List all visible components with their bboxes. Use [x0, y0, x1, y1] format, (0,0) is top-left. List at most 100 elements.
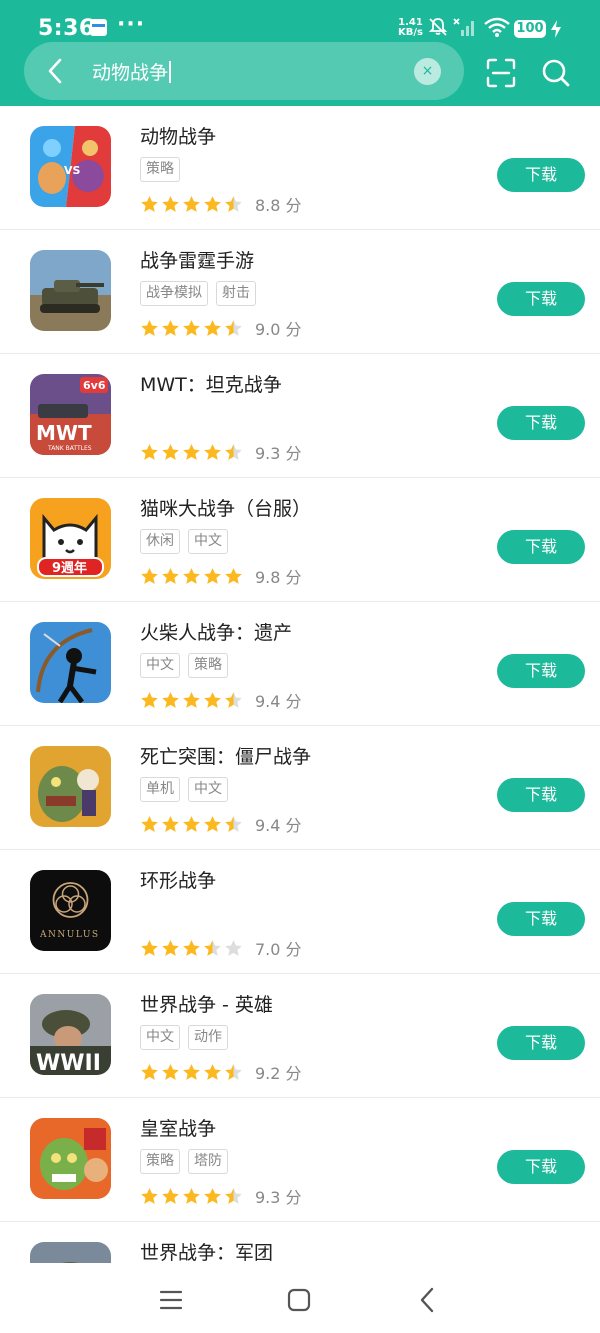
app-name[interactable]: 死亡突围：僵尸战争	[140, 742, 311, 769]
app-icon-animal-war[interactable]: VS	[30, 126, 111, 207]
download-button[interactable]: 下载	[497, 654, 585, 688]
search-input[interactable]: 动物战争	[92, 58, 172, 85]
star-full-icon	[141, 195, 158, 212]
star-full-icon	[183, 443, 200, 460]
star-full-icon	[183, 1063, 200, 1080]
tank-art	[30, 250, 111, 331]
app-list-item[interactable]: 死亡突围：僵尸战争 单机 中文 9.4 分 下载	[0, 726, 600, 850]
star-full-icon	[183, 939, 200, 956]
download-button[interactable]: 下载	[497, 530, 585, 564]
star-full-icon	[141, 691, 158, 708]
star-full-icon	[183, 195, 200, 212]
message-icon	[90, 19, 107, 36]
app-tag: 塔防	[188, 1149, 228, 1174]
app-score: 9.3 分	[255, 1188, 302, 1207]
charging-icon	[551, 20, 561, 38]
app-list-item[interactable]: 世界战争：军团	[0, 1222, 600, 1263]
app-list-item[interactable]: 皇室战争 策略 塔防 9.3 分 下载	[0, 1098, 600, 1222]
download-button[interactable]: 下载	[497, 406, 585, 440]
back-icon[interactable]	[418, 1287, 436, 1313]
app-name[interactable]: 火柴人战争：遗产	[140, 618, 292, 645]
star-full-icon	[162, 1063, 179, 1080]
star-full-icon	[162, 567, 179, 584]
search-results-list[interactable]: VS 动物战争 策略 8.8 分 下载 战争雷霆手游 战争模拟 射击 9.0 分 …	[0, 106, 600, 1263]
star-full-icon	[162, 319, 179, 336]
app-icon-mwt[interactable]: 6v6 MWT TANK BATTLES	[30, 374, 111, 455]
app-tags: 中文 策略	[140, 653, 236, 679]
home-icon[interactable]	[287, 1288, 311, 1312]
star-full-icon	[204, 815, 221, 832]
download-button[interactable]: 下载	[497, 158, 585, 192]
app-name[interactable]: MWT：坦克战争	[140, 370, 282, 397]
app-name[interactable]: 环形战争	[140, 866, 216, 893]
app-tag: 策略	[140, 157, 180, 182]
app-score: 7.0 分	[255, 940, 302, 959]
star-half-icon	[225, 691, 242, 708]
app-list-item[interactable]: 6v6 MWT TANK BATTLES MWT：坦克战争 9.3 分 下载	[0, 354, 600, 478]
app-name[interactable]: 猫咪大战争（台服）	[140, 494, 311, 521]
app-list-item[interactable]: 火柴人战争：遗产 中文 策略 9.4 分 下载	[0, 602, 600, 726]
app-tags: 中文 动作	[140, 1025, 236, 1051]
app-icon-world-war-heroes[interactable]: WWII	[30, 994, 111, 1075]
app-tag: 策略	[140, 1149, 180, 1174]
app-rating: 9.8 分	[140, 564, 302, 587]
status-time: 5:36	[38, 16, 95, 41]
star-full-icon	[204, 567, 221, 584]
app-tags: 战争模拟 射击	[140, 281, 264, 307]
star-full-icon	[141, 567, 158, 584]
download-button[interactable]: 下载	[497, 902, 585, 936]
app-name[interactable]: 皇室战争	[140, 1114, 216, 1141]
app-name[interactable]: 战争雷霆手游	[140, 246, 254, 273]
app-icon-dead-ahead[interactable]	[30, 746, 111, 827]
star-full-icon	[183, 691, 200, 708]
app-tag: 射击	[216, 281, 256, 306]
app-tags: 策略	[140, 157, 188, 183]
app-icon-clash-royale[interactable]	[30, 1118, 111, 1199]
app-score: 8.8 分	[255, 196, 302, 215]
scan-icon[interactable]	[486, 58, 516, 88]
app-list-item[interactable]: WWII 世界战争 - 英雄 中文 动作 9.2 分 下载	[0, 974, 600, 1098]
search-icon[interactable]	[542, 59, 570, 89]
app-rating: 9.0 分	[140, 316, 302, 339]
star-full-icon	[162, 195, 179, 212]
stick-war-art	[30, 622, 111, 703]
app-icon-stick-war[interactable]	[30, 622, 111, 703]
search-box[interactable]: 动物战争 ×	[24, 42, 464, 100]
app-name[interactable]: 动物战争	[140, 122, 216, 149]
app-name[interactable]: 世界战争：军团	[140, 1238, 273, 1263]
star-full-icon	[204, 1187, 221, 1204]
status-bar: 5:36 ··· 1.41 KB/s 100	[0, 0, 600, 41]
annulus-art: ANNULUS	[30, 870, 111, 951]
download-button[interactable]: 下载	[497, 1026, 585, 1060]
app-tag: 中文	[188, 529, 228, 554]
star-full-icon	[183, 815, 200, 832]
download-button[interactable]: 下载	[497, 282, 585, 316]
star-full-icon	[204, 195, 221, 212]
app-icon-annulus[interactable]: ANNULUS	[30, 870, 111, 951]
star-full-icon	[225, 567, 242, 584]
download-button[interactable]: 下载	[497, 1150, 585, 1184]
app-score: 9.0 分	[255, 320, 302, 339]
app-icon-battle-cats[interactable]: 9週年	[30, 498, 111, 579]
star-full-icon	[141, 1063, 158, 1080]
app-icon-war-thunder[interactable]	[30, 250, 111, 331]
app-list-item[interactable]: 9週年 猫咪大战争（台服） 休闲 中文 9.8 分 下载	[0, 478, 600, 602]
star-full-icon	[162, 1187, 179, 1204]
system-navigation-bar	[0, 1263, 600, 1333]
app-tag: 中文	[140, 653, 180, 678]
app-list-item[interactable]: 战争雷霆手游 战争模拟 射击 9.0 分 下载	[0, 230, 600, 354]
menu-icon[interactable]	[159, 1289, 183, 1311]
search-query: 动物战争	[92, 62, 169, 84]
clear-search-button[interactable]: ×	[414, 58, 441, 85]
app-list-item[interactable]: VS 动物战争 策略 8.8 分 下载	[0, 106, 600, 230]
app-name[interactable]: 世界战争 - 英雄	[140, 990, 273, 1017]
app-tag: 单机	[140, 777, 180, 802]
back-arrow-icon[interactable]	[44, 57, 66, 85]
app-icon-world-war-legion[interactable]	[30, 1242, 111, 1263]
download-button[interactable]: 下载	[497, 778, 585, 812]
app-tag: 动作	[188, 1025, 228, 1050]
star-full-icon	[204, 1063, 221, 1080]
more-notifications-icon: ···	[117, 12, 146, 37]
app-score: 9.4 分	[255, 692, 302, 711]
app-list-item[interactable]: ANNULUS 环形战争 7.0 分 下载	[0, 850, 600, 974]
